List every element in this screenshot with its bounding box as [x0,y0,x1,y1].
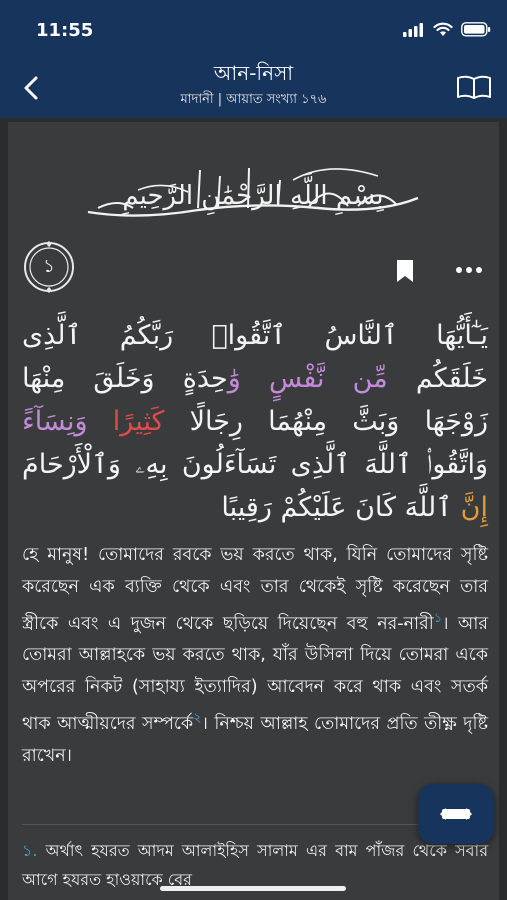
arabic-line-1: يَـٰٓأَيُّهَا ٱلنَّاسُ ٱتَّقُوا۟ رَبَّكُ… [22,320,488,351]
arabic-line-4: وَاتَّقُوا۟ ٱللَّهَ ٱلَّذِى تَسَآءَلُونَ… [22,449,488,480]
reading-mode-button[interactable] [455,72,493,102]
bookmark-icon [397,260,413,282]
status-icons [403,22,491,37]
bismillah-calligraphy: بِسْمِ اللَّهِ الرَّحْمَٰنِ الرَّحِيمِ [78,150,428,240]
arabic-line-3: زَوْجَهَا وَبَثَّ مِنْهُمَا رِجَالًا كَث… [22,406,489,437]
top-header: 11:55 আন-নিসা মাদানী | আয়াত সংখ্যা ১৭৬ [0,0,507,118]
ayah-arabic-text[interactable]: يَـٰٓأَيُّهَا ٱلنَّاسُ ٱتَّقُوا۟ رَبَّكُ… [22,314,488,529]
wifi-icon [433,22,453,36]
bookmark-button[interactable] [394,258,416,284]
tafsir-icon [440,808,472,820]
tafsir-button[interactable] [418,784,494,844]
status-time: 11:55 [36,20,94,41]
surah-header: আন-নিসা মাদানী | আয়াত সংখ্যা ১৭৬ [0,60,507,111]
home-indicator [160,886,346,891]
bismillah-text: بِسْمِ اللَّهِ الرَّحْمَٰنِ الرَّحِيمِ [121,171,385,215]
surah-subtitle: মাদানী | আয়াত সংখ্যা ১৭৬ [180,92,327,107]
footnote-ref-2[interactable]: ২ [193,711,201,726]
ayah-number: ১ [43,256,55,277]
ayah-translation: হে মানুষ! তোমাদের রবকে ভয় করতে থাক, যিন… [22,545,488,766]
footnote-ref-1[interactable]: ১ [434,611,442,626]
more-options-button[interactable] [454,262,484,276]
footnote-number: ১. [22,841,38,860]
arabic-line-2: خَلَقَكُم مِّن نَّفْسٍ وَٰحِدَةٍ وَخَلَق… [22,363,488,394]
ayah-content: بِسْمِ اللَّهِ الرَّحْمَٰنِ الرَّحِيمِ ১… [8,122,499,900]
ayah-number-badge: ১ [22,240,76,294]
open-book-icon [457,75,491,99]
arabic-line-5: إِنَّ ٱللَّهَ كَانَ عَلَيْكُمْ رَقِيبًا [221,492,488,523]
more-horizontal-icon [456,267,482,273]
surah-title: আন-নিসা [213,61,294,85]
bismillah-calligraphy-image: بِسْمِ اللَّهِ الرَّحْمَٰنِ الرَّحِيمِ [87,167,419,217]
battery-icon [461,22,491,37]
cellular-signal-icon [403,22,423,37]
footnote-text: অর্থাৎ হযরত আদম আলাইহিস সালাম এর বাম পাঁ… [22,841,488,889]
